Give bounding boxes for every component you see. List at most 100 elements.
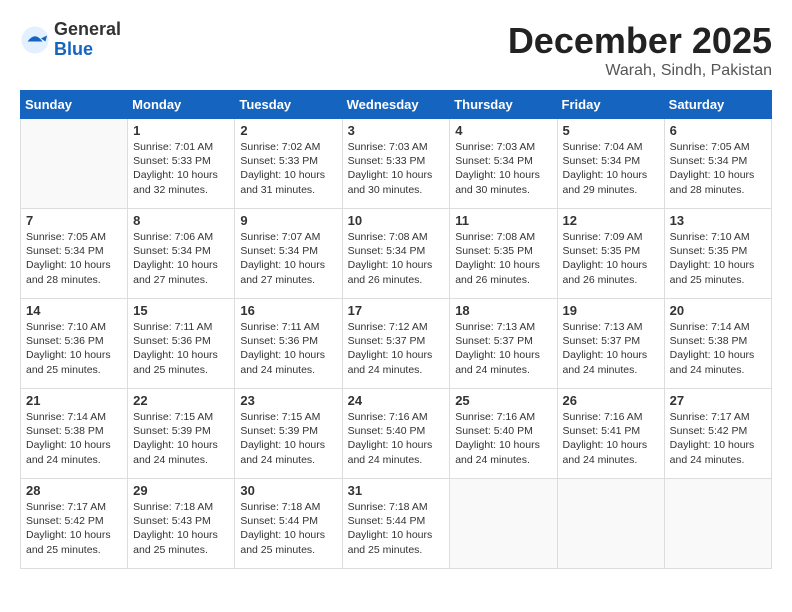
day-number: 29 <box>133 483 229 498</box>
day-info: Sunrise: 7:16 AM Sunset: 5:41 PM Dayligh… <box>563 410 659 467</box>
day-number: 28 <box>26 483 122 498</box>
calendar-cell: 31Sunrise: 7:18 AM Sunset: 5:44 PM Dayli… <box>342 479 450 569</box>
page-header: General Blue December 2025 Warah, Sindh,… <box>20 20 772 80</box>
day-number: 19 <box>563 303 659 318</box>
day-number: 31 <box>348 483 445 498</box>
week-row-3: 14 Sunrise: 7:10 AM Sunset: 5:36 PM Dayli… <box>21 299 772 389</box>
day-number: 14 <box>26 303 122 318</box>
day-info: Sunrise: 7:02 AM Sunset: 5:33 PM Dayligh… <box>240 140 336 197</box>
week-row-2: 7 Sunrise: 7:05 AM Sunset: 5:34 PM Daylig… <box>21 209 772 299</box>
calendar-cell: 30 Sunrise: 7:18 AM Sunset: 5:44 PM Dayli… <box>235 479 342 569</box>
day-info: Sunrise: 7:11 AM Sunset: 5:36 PM Dayligh… <box>240 320 336 377</box>
day-info: Sunrise: 7:07 AM Sunset: 5:34 PM Dayligh… <box>240 230 336 287</box>
calendar-cell <box>450 479 557 569</box>
day-info: Sunrise: 7:18 AM Sunset: 5:43 PM Dayligh… <box>133 500 229 557</box>
day-number: 13 <box>670 213 766 228</box>
day-info: Sunrise: 7:13 AM Sunset: 5:37 PM Dayligh… <box>455 320 551 377</box>
day-info: Sunrise: 7:04 AM Sunset: 5:34 PM Dayligh… <box>563 140 659 197</box>
day-number: 26 <box>563 393 659 408</box>
calendar-cell: 28 Sunrise: 7:17 AM Sunset: 5:42 PM Dayli… <box>21 479 128 569</box>
day-number: 5 <box>563 123 659 138</box>
calendar-cell: 8 Sunrise: 7:06 AM Sunset: 5:34 PM Daylig… <box>128 209 235 299</box>
calendar-cell: 9 Sunrise: 7:07 AM Sunset: 5:34 PM Daylig… <box>235 209 342 299</box>
day-number: 16 <box>240 303 336 318</box>
day-number: 25 <box>455 393 551 408</box>
day-info: Sunrise: 7:16 AM Sunset: 5:40 PM Dayligh… <box>455 410 551 467</box>
header-friday: Friday <box>557 91 664 119</box>
logo-blue: Blue <box>54 40 121 60</box>
day-info: Sunrise: 7:16 AM Sunset: 5:40 PM Dayligh… <box>348 410 445 467</box>
calendar-body: 1 Sunrise: 7:01 AM Sunset: 5:33 PM Daylig… <box>21 119 772 569</box>
header-tuesday: Tuesday <box>235 91 342 119</box>
header-thursday: Thursday <box>450 91 557 119</box>
calendar-cell: 23 Sunrise: 7:15 AM Sunset: 5:39 PM Dayli… <box>235 389 342 479</box>
day-number: 8 <box>133 213 229 228</box>
day-number: 24 <box>348 393 445 408</box>
day-number: 21 <box>26 393 122 408</box>
week-row-5: 28 Sunrise: 7:17 AM Sunset: 5:42 PM Dayli… <box>21 479 772 569</box>
day-info: Sunrise: 7:05 AM Sunset: 5:34 PM Dayligh… <box>670 140 766 197</box>
week-row-4: 21Sunrise: 7:14 AM Sunset: 5:38 PM Dayli… <box>21 389 772 479</box>
calendar-cell: 13 Sunrise: 7:10 AM Sunset: 5:35 PM Dayli… <box>664 209 771 299</box>
day-info: Sunrise: 7:12 AM Sunset: 5:37 PM Dayligh… <box>348 320 445 377</box>
day-number: 1 <box>133 123 229 138</box>
logo: General Blue <box>20 20 121 60</box>
day-number: 30 <box>240 483 336 498</box>
day-info: Sunrise: 7:06 AM Sunset: 5:34 PM Dayligh… <box>133 230 229 287</box>
day-info: Sunrise: 7:10 AM Sunset: 5:36 PM Dayligh… <box>26 320 122 377</box>
calendar-cell: 4Sunrise: 7:03 AM Sunset: 5:34 PM Daylig… <box>450 119 557 209</box>
day-info: Sunrise: 7:17 AM Sunset: 5:42 PM Dayligh… <box>26 500 122 557</box>
day-number: 27 <box>670 393 766 408</box>
calendar-cell: 20 Sunrise: 7:14 AM Sunset: 5:38 PM Dayli… <box>664 299 771 389</box>
calendar-cell <box>21 119 128 209</box>
title-block: December 2025 Warah, Sindh, Pakistan <box>508 20 772 80</box>
day-info: Sunrise: 7:08 AM Sunset: 5:34 PM Dayligh… <box>348 230 445 287</box>
calendar-cell: 6 Sunrise: 7:05 AM Sunset: 5:34 PM Daylig… <box>664 119 771 209</box>
calendar-cell: 1 Sunrise: 7:01 AM Sunset: 5:33 PM Daylig… <box>128 119 235 209</box>
day-number: 18 <box>455 303 551 318</box>
day-info: Sunrise: 7:05 AM Sunset: 5:34 PM Dayligh… <box>26 230 122 287</box>
calendar-cell: 16 Sunrise: 7:11 AM Sunset: 5:36 PM Dayli… <box>235 299 342 389</box>
calendar-cell: 25 Sunrise: 7:16 AM Sunset: 5:40 PM Dayli… <box>450 389 557 479</box>
calendar-cell <box>557 479 664 569</box>
calendar-cell: 29 Sunrise: 7:18 AM Sunset: 5:43 PM Dayli… <box>128 479 235 569</box>
day-number: 4 <box>455 123 551 138</box>
day-info: Sunrise: 7:18 AM Sunset: 5:44 PM Dayligh… <box>240 500 336 557</box>
day-number: 12 <box>563 213 659 228</box>
logo-general: General <box>54 20 121 40</box>
day-number: 9 <box>240 213 336 228</box>
calendar-cell: 2 Sunrise: 7:02 AM Sunset: 5:33 PM Daylig… <box>235 119 342 209</box>
day-number: 20 <box>670 303 766 318</box>
calendar-cell: 15 Sunrise: 7:11 AM Sunset: 5:36 PM Dayli… <box>128 299 235 389</box>
month-title: December 2025 <box>508 20 772 62</box>
day-info: Sunrise: 7:11 AM Sunset: 5:36 PM Dayligh… <box>133 320 229 377</box>
calendar-cell: 12Sunrise: 7:09 AM Sunset: 5:35 PM Dayli… <box>557 209 664 299</box>
calendar-cell: 14 Sunrise: 7:10 AM Sunset: 5:36 PM Dayli… <box>21 299 128 389</box>
day-number: 15 <box>133 303 229 318</box>
calendar-cell <box>664 479 771 569</box>
day-info: Sunrise: 7:01 AM Sunset: 5:33 PM Dayligh… <box>133 140 229 197</box>
header-monday: Monday <box>128 91 235 119</box>
day-number: 11 <box>455 213 551 228</box>
day-number: 2 <box>240 123 336 138</box>
day-number: 10 <box>348 213 445 228</box>
calendar-cell: 26 Sunrise: 7:16 AM Sunset: 5:41 PM Dayli… <box>557 389 664 479</box>
week-row-1: 1 Sunrise: 7:01 AM Sunset: 5:33 PM Daylig… <box>21 119 772 209</box>
day-number: 6 <box>670 123 766 138</box>
calendar-cell: 5 Sunrise: 7:04 AM Sunset: 5:34 PM Daylig… <box>557 119 664 209</box>
calendar-cell: 24 Sunrise: 7:16 AM Sunset: 5:40 PM Dayli… <box>342 389 450 479</box>
day-info: Sunrise: 7:03 AM Sunset: 5:33 PM Dayligh… <box>348 140 445 197</box>
calendar-cell: 18 Sunrise: 7:13 AM Sunset: 5:37 PM Dayli… <box>450 299 557 389</box>
day-number: 7 <box>26 213 122 228</box>
calendar-cell: 3Sunrise: 7:03 AM Sunset: 5:33 PM Daylig… <box>342 119 450 209</box>
day-info: Sunrise: 7:14 AM Sunset: 5:38 PM Dayligh… <box>670 320 766 377</box>
day-number: 23 <box>240 393 336 408</box>
calendar-cell: 17 Sunrise: 7:12 AM Sunset: 5:37 PM Dayli… <box>342 299 450 389</box>
location-title: Warah, Sindh, Pakistan <box>508 62 772 80</box>
calendar-cell: 19Sunrise: 7:13 AM Sunset: 5:37 PM Dayli… <box>557 299 664 389</box>
day-info: Sunrise: 7:15 AM Sunset: 5:39 PM Dayligh… <box>240 410 336 467</box>
day-number: 17 <box>348 303 445 318</box>
calendar-cell: 7 Sunrise: 7:05 AM Sunset: 5:34 PM Daylig… <box>21 209 128 299</box>
day-info: Sunrise: 7:10 AM Sunset: 5:35 PM Dayligh… <box>670 230 766 287</box>
logo-text: General Blue <box>54 20 121 60</box>
